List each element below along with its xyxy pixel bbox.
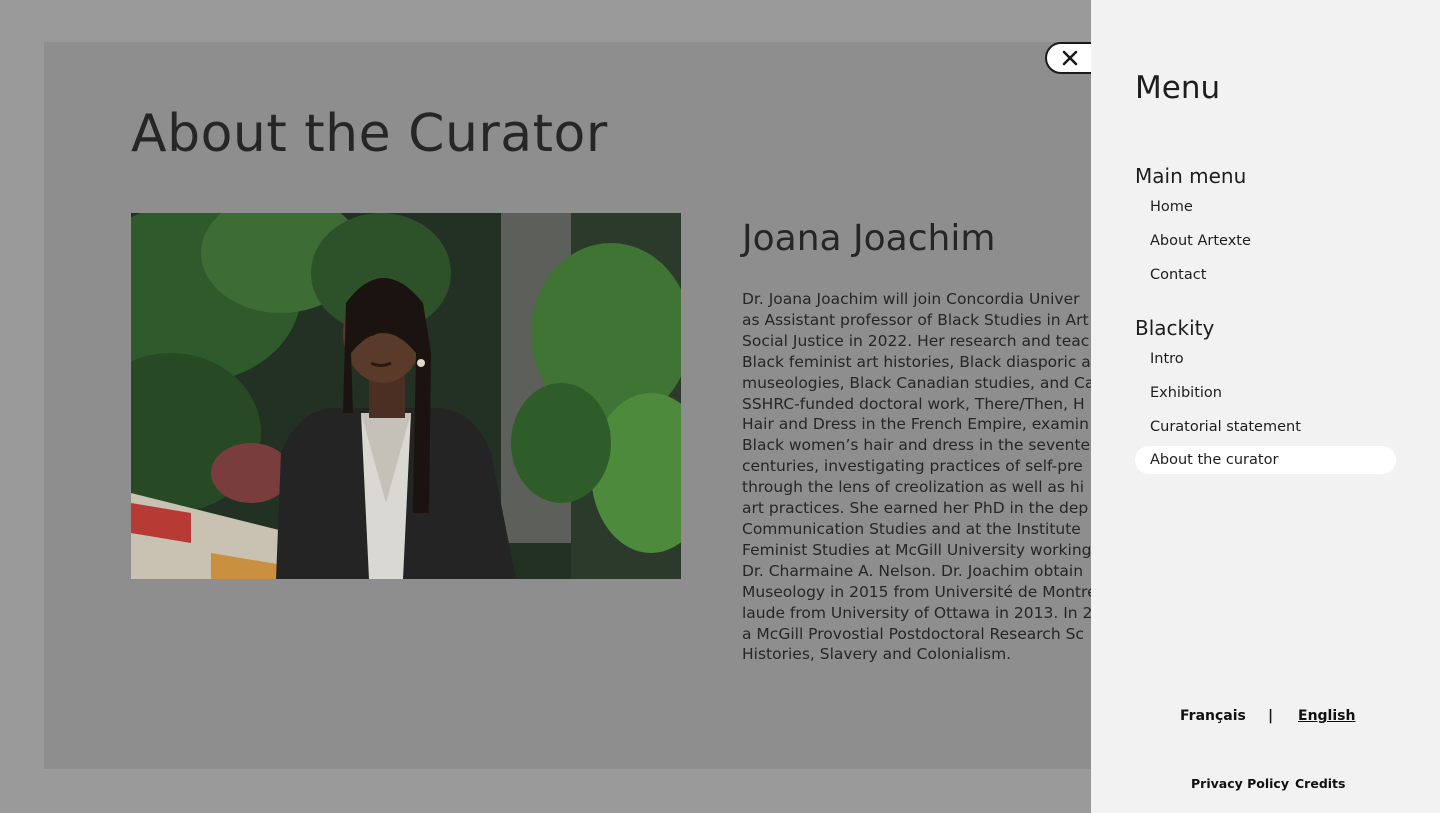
language-separator: |: [1268, 708, 1274, 724]
menu-item-contact[interactable]: Contact: [1135, 261, 1396, 289]
menu-item-about-the-curator[interactable]: About the curator: [1135, 446, 1396, 474]
menu-heading-main: Main menu: [1135, 164, 1247, 188]
bio-line: a McGill Provostial Postdoctoral Researc…: [742, 624, 1084, 643]
bio-line: Histories, Slavery and Colonialism.: [742, 645, 1012, 664]
page-title: About the Curator: [131, 104, 608, 164]
bio-line: Feminist Studies at McGill University wo…: [742, 540, 1092, 559]
menu-item-about-artexte[interactable]: About Artexte: [1135, 227, 1396, 255]
bio-line: centuries, investigating practices of se…: [742, 457, 1083, 476]
bio-line: Communication Studies and at the Institu…: [742, 519, 1081, 538]
close-icon: [1062, 50, 1078, 66]
side-menu: Menu Main menu Home About Artexte Contac…: [1091, 0, 1440, 813]
language-french-link[interactable]: Français: [1180, 708, 1246, 724]
privacy-policy-link[interactable]: Privacy Policy: [1191, 776, 1289, 791]
content-panel: About the Curator Joana Joachim Dr. Joan…: [44, 42, 1104, 769]
menu-item-home[interactable]: Home: [1135, 193, 1396, 221]
menu-title: Menu: [1135, 70, 1221, 106]
menu-item-curatorial-statement[interactable]: Curatorial statement: [1135, 413, 1396, 441]
bio-line: through the lens of creolization as well…: [742, 478, 1085, 497]
bio-line: laude from University of Ottawa in 2013.…: [742, 603, 1093, 622]
bio-line: Black women’s hair and dress in the seve…: [742, 436, 1091, 455]
menu-item-intro[interactable]: Intro: [1135, 345, 1396, 373]
bio-line: Hair and Dress in the French Empire, exa…: [742, 415, 1089, 434]
curator-photo: [131, 213, 681, 579]
bio-line: Black feminist art histories, Black dias…: [742, 352, 1091, 371]
curator-name: Joana Joachim: [742, 218, 996, 259]
curator-bio: Dr. Joana Joachim will join Concordia Un…: [742, 289, 1142, 669]
bio-line: Dr. Joana Joachim will join Concordia Un…: [742, 290, 1080, 308]
bio-line: art practices. She earned her PhD in the…: [742, 499, 1089, 518]
bio-line: museologies, Black Canadian studies, and…: [742, 373, 1095, 392]
bio-line: Museology in 2015 from Université de Mon…: [742, 582, 1097, 601]
credits-link[interactable]: Credits: [1295, 776, 1345, 791]
bio-line: Social Justice in 2022. Her research and…: [742, 331, 1090, 350]
menu-heading-blackity: Blackity: [1135, 316, 1215, 340]
menu-item-exhibition[interactable]: Exhibition: [1135, 379, 1396, 407]
bio-line: SSHRC-funded doctoral work, There/Then, …: [742, 394, 1085, 413]
bio-line: Dr. Charmaine A. Nelson. Dr. Joachim obt…: [742, 561, 1084, 580]
language-english-link[interactable]: English: [1298, 708, 1355, 724]
bio-line: as Assistant professor of Black Studies …: [742, 310, 1089, 329]
